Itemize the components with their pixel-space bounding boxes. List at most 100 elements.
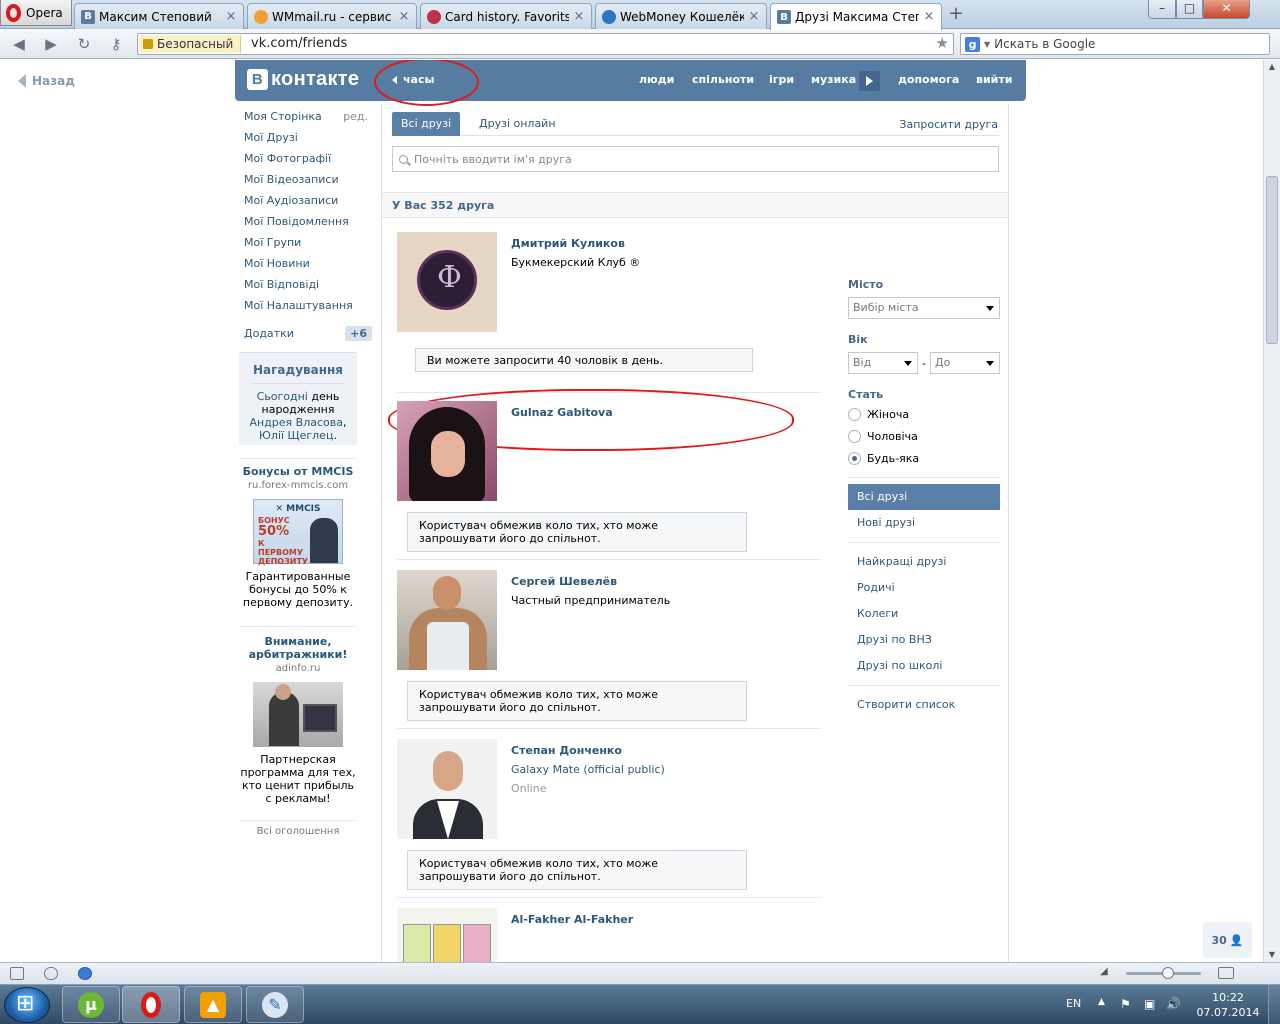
new-tab-button[interactable]: +	[946, 5, 966, 25]
browser-tab[interactable]: WMmail.ru - сервис п... ×	[247, 3, 417, 29]
friend-search-input[interactable]: Почніть вводити ім'я друга	[392, 146, 999, 172]
zoom-slider-knob[interactable]	[1162, 967, 1174, 979]
friend-avatar[interactable]	[397, 739, 497, 839]
menu-my-settings[interactable]: Мої Налаштування	[244, 299, 374, 320]
radio-button-selected[interactable]	[848, 451, 861, 465]
nav-more-arrow-icon[interactable]	[859, 71, 880, 91]
friend-name[interactable]: Степан Донченко	[511, 744, 622, 757]
nav-help[interactable]: допомога	[898, 73, 959, 86]
ad-description[interactable]: Партнерская программа для тех, кто ценит…	[239, 753, 357, 805]
vk-logo[interactable]: B контакте	[247, 68, 359, 91]
menu-my-answers[interactable]: Мої Відповіді	[244, 278, 374, 299]
turbo-icon[interactable]	[78, 967, 92, 980]
radio-button[interactable]	[848, 429, 861, 443]
forward-arrow-icon[interactable]: ▶	[40, 34, 62, 54]
url-field[interactable]: Безопасный vk.com/friends ★	[137, 33, 954, 55]
online-friends-counter[interactable]: 30 👤	[1203, 922, 1252, 958]
back-link[interactable]: Назад	[18, 74, 75, 88]
show-desktop-button[interactable]	[1268, 985, 1280, 1024]
scrollbar-thumb[interactable]	[1266, 176, 1278, 344]
minimize-window-button[interactable]: –	[1148, 0, 1176, 19]
security-badge[interactable]: Безопасный	[139, 35, 241, 53]
list-colleagues[interactable]: Колеги	[848, 601, 1000, 627]
friend-name[interactable]: Сергей Шевелёв	[511, 575, 617, 588]
cloud-icon[interactable]	[44, 967, 58, 980]
friend-name[interactable]: Дмитрий Куликов	[511, 237, 625, 250]
list-all-friends[interactable]: Всі друзі	[848, 484, 1000, 510]
list-university-friends[interactable]: Друзі по ВНЗ	[848, 627, 1000, 653]
tab-friends-online[interactable]: Друзі онлайн	[470, 112, 565, 136]
menu-my-friends[interactable]: Мої Друзі	[244, 131, 374, 152]
search-engine-dropdown-icon[interactable]: ▼	[984, 40, 990, 49]
back-arrow-icon[interactable]: ◀	[8, 34, 30, 54]
create-list-link[interactable]: Створити список	[848, 692, 1000, 718]
header-back-link[interactable]: часы	[392, 73, 434, 86]
browser-tab[interactable]: Card history. Favoritsp... ×	[420, 3, 592, 29]
edit-link[interactable]: ред.	[343, 110, 368, 124]
maximize-window-button[interactable]: □	[1176, 0, 1203, 19]
menu-my-videos[interactable]: Мої Відеозаписи	[244, 173, 374, 194]
zoom-reset-icon[interactable]	[1218, 967, 1234, 979]
view-options-icon[interactable]: ◢	[1100, 966, 1108, 977]
friend-avatar[interactable]	[397, 570, 497, 670]
scroll-up-icon[interactable]: ▲	[1264, 60, 1280, 74]
friend-avatar[interactable]	[397, 908, 497, 962]
friend-name[interactable]: Gulnaz Gabitova	[511, 406, 613, 419]
city-select[interactable]: Вибір міста	[848, 297, 1000, 319]
friend-name[interactable]: Al-Fakher Al-Fakher	[511, 913, 633, 926]
reload-icon[interactable]: ↻	[73, 34, 95, 54]
nav-music[interactable]: музика	[811, 73, 856, 86]
ad-block[interactable]: Бонусы от MMCIS ru.forex-mmcis.com ✕ MMC…	[239, 458, 357, 609]
list-new-friends[interactable]: Нові друзі	[848, 510, 1000, 536]
menu-my-photos[interactable]: Мої Фотографії	[244, 152, 374, 173]
taskbar-utorrent[interactable]: µ	[62, 986, 120, 1023]
taskbar-opera[interactable]	[122, 986, 180, 1023]
scroll-down-icon[interactable]: ▼	[1264, 948, 1280, 962]
friend-avatar[interactable]	[397, 232, 497, 332]
nav-communities[interactable]: спільноти	[692, 73, 754, 86]
age-from-select[interactable]: Від	[848, 352, 918, 374]
menu-my-news[interactable]: Мої Новини	[244, 257, 374, 278]
nav-people[interactable]: люди	[639, 73, 674, 86]
gender-option-male[interactable]: Чоловіча	[848, 425, 1000, 447]
list-relatives[interactable]: Родичі	[848, 575, 1000, 601]
invite-friend-link[interactable]: Запросити друга	[899, 118, 998, 131]
nav-logout[interactable]: вийти	[976, 73, 1012, 86]
friend-subtitle-link[interactable]: Galaxy Mate (official public)	[511, 763, 665, 776]
menu-my-groups[interactable]: Мої Групи	[244, 236, 374, 257]
menu-my-page[interactable]: Моя Сторінка ред.	[244, 110, 374, 131]
birthday-person-link[interactable]: Юлії Щеглец	[259, 429, 333, 442]
age-to-select[interactable]: До	[929, 352, 1000, 374]
ad-description[interactable]: Гарантированные бонусы до 50% к первому …	[239, 570, 357, 609]
system-clock[interactable]: 10:22 07.07.2014	[1196, 990, 1260, 1020]
zoom-slider[interactable]	[1126, 967, 1201, 979]
radio-button[interactable]	[848, 407, 861, 421]
close-tab-icon[interactable]: ×	[748, 10, 760, 23]
taskbar-paint[interactable]: ✎	[246, 986, 304, 1023]
birthday-person-link[interactable]: Андрея Власова	[249, 416, 343, 429]
list-best-friends[interactable]: Найкращі друзі	[848, 549, 1000, 575]
today-link[interactable]: Сьогодні	[257, 390, 308, 403]
list-school-friends[interactable]: Друзі по школі	[848, 653, 1000, 679]
ad-image[interactable]	[253, 682, 343, 747]
page-scrollbar[interactable]: ▲ ▼	[1263, 60, 1280, 962]
key-icon[interactable]: ⚷	[105, 34, 127, 54]
close-tab-icon[interactable]: ×	[398, 10, 410, 23]
nav-games[interactable]: ігри	[769, 73, 794, 86]
opera-menu-button[interactable]: Opera	[0, 0, 72, 26]
ad-block[interactable]: Внимание, арбитражники! adinfo.ru Партне…	[239, 626, 357, 805]
ad-title[interactable]: Внимание, арбитражники!	[239, 635, 357, 661]
network-icon[interactable]: ▣	[1144, 997, 1155, 1011]
tray-expand-icon[interactable]: ▲	[1098, 997, 1105, 1007]
ad-image[interactable]: ✕ MMCIS БОНУС 50% К ПЕРВОМУ ДЕПОЗИТУ	[253, 499, 343, 566]
apps-count-badge[interactable]: +6	[345, 326, 372, 341]
language-indicator[interactable]: EN	[1066, 997, 1081, 1010]
tab-all-friends[interactable]: Всі друзі	[392, 112, 461, 136]
all-ads-link[interactable]: Всі оголошення	[239, 820, 357, 837]
url-text[interactable]: vk.com/friends	[251, 36, 347, 51]
flag-icon[interactable]: ⚑	[1120, 997, 1131, 1011]
browser-tab[interactable]: WebMoney Кошелёк »... ×	[595, 3, 767, 29]
browser-tab[interactable]: B Максим Степовий ×	[74, 3, 244, 29]
web-search-field[interactable]: g ▼ Искать в Google	[960, 33, 1270, 55]
taskbar-aimp[interactable]: ▲	[184, 986, 242, 1023]
